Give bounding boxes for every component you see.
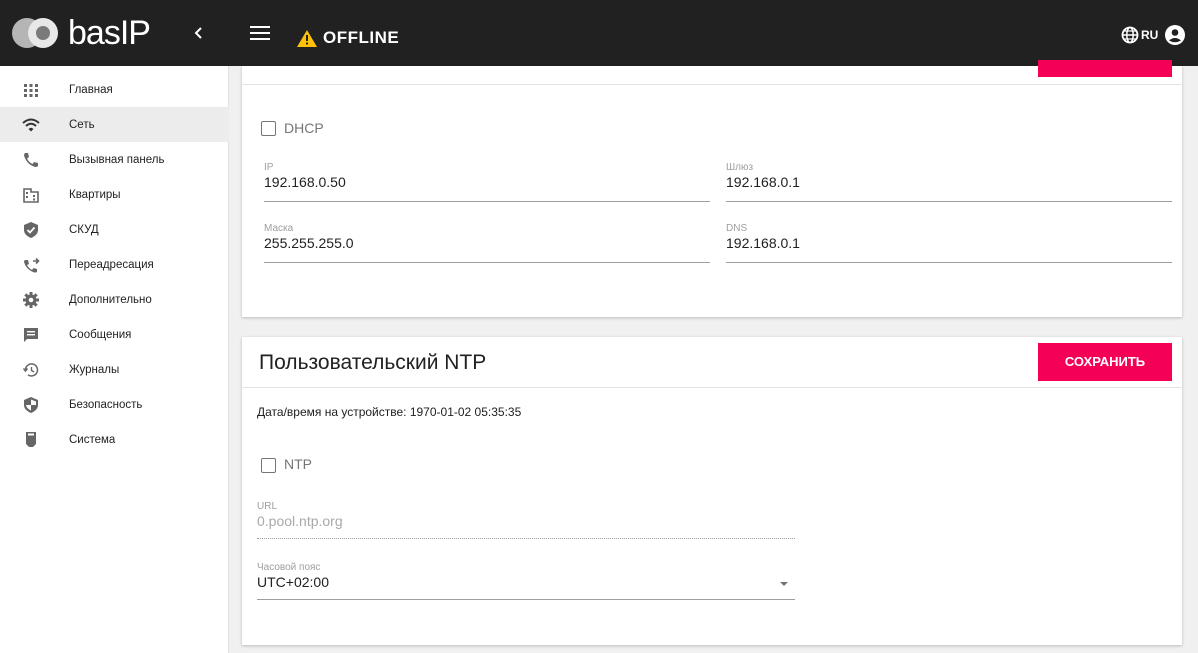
sidebar-item-label: Вызывная панель [69,153,165,166]
collapse-sidebar-button[interactable] [188,22,210,44]
account-circle-icon[interactable] [1165,25,1185,45]
sidebar-item-system[interactable]: Система [0,422,229,457]
sidebar-item-call-panel[interactable]: Вызывная панель [0,142,229,177]
network-save-button[interactable] [1038,60,1172,77]
apps-grid-icon [24,84,38,97]
sidebar-item-label: Безопасность [69,398,143,411]
hamburger-menu-button[interactable] [250,26,270,42]
mask-field-value: 255.255.255.0 [264,235,354,251]
sidebar-item-label: Журналы [69,363,120,376]
phone-icon [24,153,38,167]
mask-field-label: Маска [264,223,294,234]
connection-status: OFFLINE [297,28,399,48]
sidebar-item-label: Главная [69,83,113,96]
ntp-url-field-label: URL [257,501,278,512]
dns-field-value: 192.168.0.1 [726,235,800,251]
ntp-settings-card: Пользовательский NTP СОХРАНИТЬ Дата/врем… [242,337,1182,645]
sidebar-item-home[interactable]: Главная [0,72,229,107]
building-icon [23,188,39,203]
card-divider [242,84,1182,85]
dhcp-label: DHCP [284,120,324,136]
language-label: RU [1141,28,1159,42]
gateway-field[interactable]: Шлюз 192.168.0.1 [726,162,1172,204]
dropdown-arrow-icon [780,582,788,586]
sidebar-item-label: Система [69,433,116,446]
ntp-save-button[interactable]: СОХРАНИТЬ [1038,343,1172,381]
top-app-bar: basIP OFFLINE RU [0,0,1198,66]
network-settings-card: DHCP IP 192.168.0.50 Шлюз 192.168.0.1 Ма… [242,60,1182,317]
chevron-left-icon [194,27,202,39]
sidebar-item-messages[interactable]: Сообщения [0,317,229,352]
ntp-url-field[interactable]: URL 0.pool.ntp.org [257,501,795,543]
system-chip-icon [26,432,36,447]
ntp-checkbox[interactable] [261,458,276,473]
timezone-select[interactable]: Часовой пояс UTC+02:00 [257,562,795,604]
sidebar-item-network[interactable]: Сеть [0,107,229,142]
ntp-card-title: Пользовательский NTP [259,351,487,374]
history-icon [22,363,39,377]
wifi-icon [22,118,40,132]
dhcp-checkbox[interactable] [261,121,276,136]
phone-forward-icon [24,257,40,273]
gear-icon [23,292,39,308]
sidebar-item-label: Сообщения [69,328,132,341]
ip-field-value: 192.168.0.50 [264,174,346,190]
language-selector[interactable]: RU [1121,26,1158,44]
card-divider [242,387,1182,388]
sidebar-item-advanced[interactable]: Дополнительно [0,282,229,317]
gateway-field-value: 192.168.0.1 [726,174,800,190]
warning-icon [297,29,317,47]
sidebar-item-label: Дополнительно [69,293,152,306]
gateway-field-label: Шлюз [726,162,754,173]
ip-field[interactable]: IP 192.168.0.50 [264,162,710,204]
message-icon [24,328,38,342]
sidebar: Главная Сеть Вызывная панель Квартиры СК… [0,66,229,653]
device-datetime-text: Дата/время на устройстве: 1970-01-02 05:… [257,405,522,419]
sidebar-item-apartments[interactable]: Квартиры [0,177,229,212]
sidebar-item-label: Сеть [69,118,95,131]
ntp-url-field-value: 0.pool.ntp.org [257,513,343,529]
ntp-label: NTP [284,456,312,472]
timezone-select-label: Часовой пояс [257,562,321,573]
sidebar-item-logs[interactable]: Журналы [0,352,229,387]
status-text: OFFLINE [323,28,400,47]
basip-logo: basIP [12,13,151,53]
dns-field[interactable]: DNS 192.168.0.1 [726,223,1172,265]
sidebar-item-label: СКУД [69,223,99,236]
globe-icon [1121,26,1139,44]
sidebar-item-call-forwarding[interactable]: Переадресация [0,247,229,282]
timezone-select-value: UTC+02:00 [257,574,329,590]
shield-check-icon [24,222,38,238]
sidebar-item-access-control[interactable]: СКУД [0,212,229,247]
sidebar-item-label: Квартиры [69,188,121,201]
sidebar-item-label: Переадресация [69,258,154,271]
dns-field-label: DNS [726,223,748,234]
logo-text: basIP [68,14,151,52]
security-shield-icon [24,397,38,413]
ip-field-label: IP [264,162,274,173]
mask-field[interactable]: Маска 255.255.255.0 [264,223,710,265]
logo-mark-icon [12,17,62,49]
sidebar-item-security[interactable]: Безопасность [0,387,229,422]
